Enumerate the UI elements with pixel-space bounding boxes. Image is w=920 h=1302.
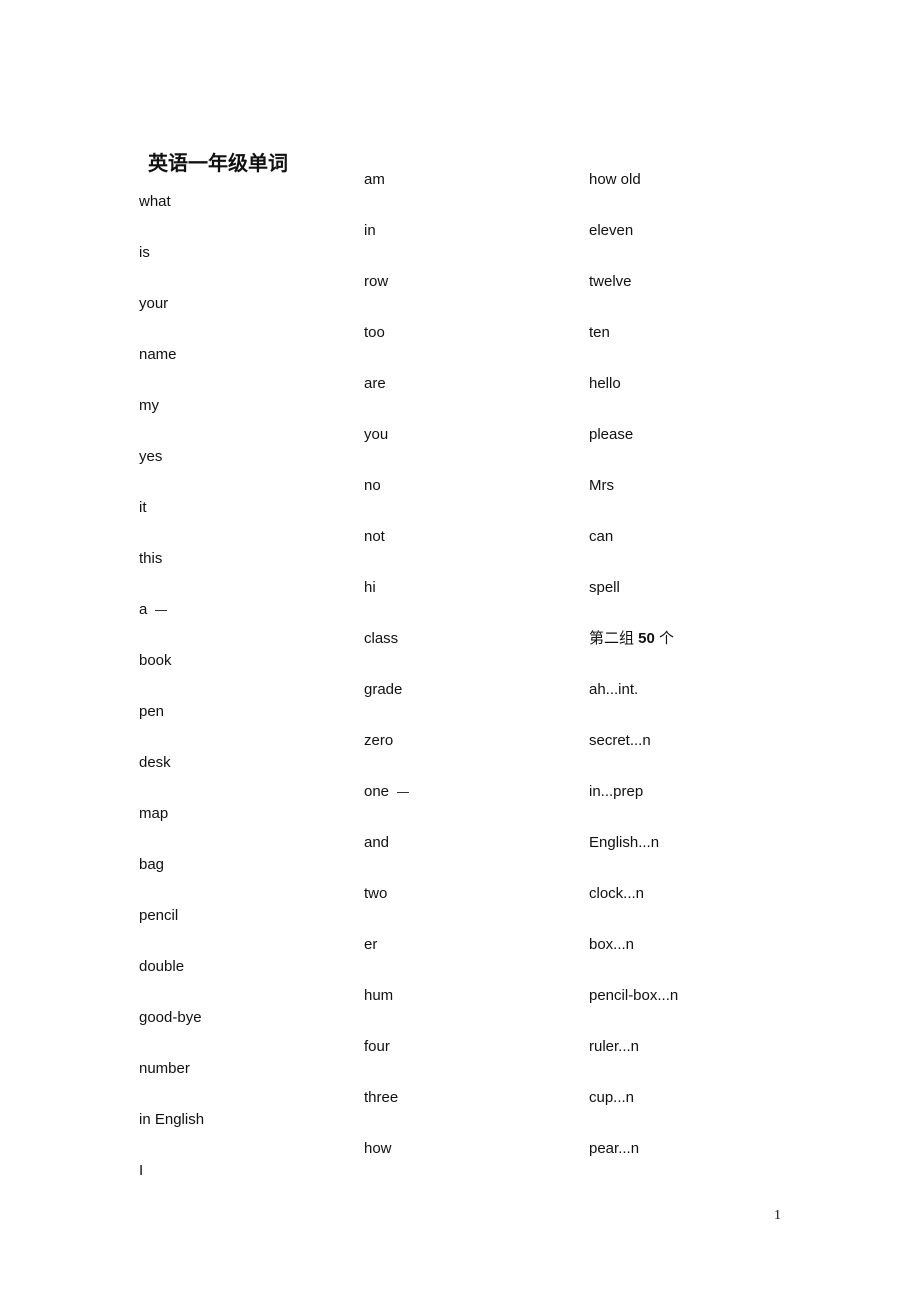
word-item: ten xyxy=(589,324,610,341)
word-item: too xyxy=(364,324,385,341)
word-item: secret...n xyxy=(589,732,651,749)
word-item: I xyxy=(139,1162,144,1179)
word-item: this xyxy=(139,550,163,567)
word-item: is xyxy=(139,244,150,261)
word-item: box...n xyxy=(589,936,635,953)
word-item: not xyxy=(364,528,385,545)
word-item: my xyxy=(139,397,159,414)
word-item: ah...int. xyxy=(589,681,639,698)
word-item: zero xyxy=(364,732,394,749)
word-item: cup...n xyxy=(589,1089,635,1106)
word-item: in English xyxy=(139,1111,205,1128)
word-item: it xyxy=(139,499,147,516)
word-item: and xyxy=(364,834,390,851)
word-item: one xyxy=(364,783,410,801)
word-item: four xyxy=(364,1038,390,1055)
word-item: in xyxy=(364,222,376,239)
word-item: your xyxy=(139,295,169,312)
word-item: hello xyxy=(589,375,621,392)
page-number: 1 xyxy=(774,1208,781,1223)
word-item: pencil xyxy=(139,907,179,924)
word-item: how old xyxy=(589,171,641,188)
word-item: row xyxy=(364,273,389,290)
word-item: double xyxy=(139,958,185,975)
word-item: er xyxy=(364,936,378,953)
word-item: no xyxy=(364,477,381,494)
word-item: desk xyxy=(139,754,171,771)
word-item: are xyxy=(364,375,386,392)
word-item: am xyxy=(364,171,385,188)
word-item: hum xyxy=(364,987,394,1004)
word-item: two xyxy=(364,885,388,902)
word-item: clock...n xyxy=(589,885,645,902)
word-item: class xyxy=(364,630,399,647)
word-item: map xyxy=(139,805,169,822)
word-item: please xyxy=(589,426,634,443)
word-item: bag xyxy=(139,856,165,873)
word-item: pen xyxy=(139,703,165,720)
word-item: what xyxy=(139,193,171,210)
word-item: you xyxy=(364,426,389,443)
word-item: pencil-box...n xyxy=(589,987,679,1004)
word-item: can xyxy=(589,528,614,545)
word-item: eleven xyxy=(589,222,634,239)
dash-mark xyxy=(155,609,168,611)
word-item: 第二组 50 个 xyxy=(589,630,675,647)
word-item: English...n xyxy=(589,834,660,851)
word-item: hi xyxy=(364,579,376,596)
word-item: yes xyxy=(139,448,163,465)
word-item: name xyxy=(139,346,177,363)
word-item: number xyxy=(139,1060,190,1077)
word-item: ruler...n xyxy=(589,1038,640,1055)
word-item: a xyxy=(139,601,168,619)
word-item: Mrs xyxy=(589,477,614,494)
word-item: pear...n xyxy=(589,1140,640,1157)
word-item: twelve xyxy=(589,273,632,290)
word-item: how xyxy=(364,1140,392,1157)
word-item: spell xyxy=(589,579,620,596)
dash-mark xyxy=(397,791,410,793)
word-item: book xyxy=(139,652,172,669)
word-item: in...prep xyxy=(589,783,644,800)
word-item: grade xyxy=(364,681,403,698)
word-item: good-bye xyxy=(139,1009,202,1026)
word-item: three xyxy=(364,1089,399,1106)
document-title: 英语一年级单词 xyxy=(148,151,288,175)
